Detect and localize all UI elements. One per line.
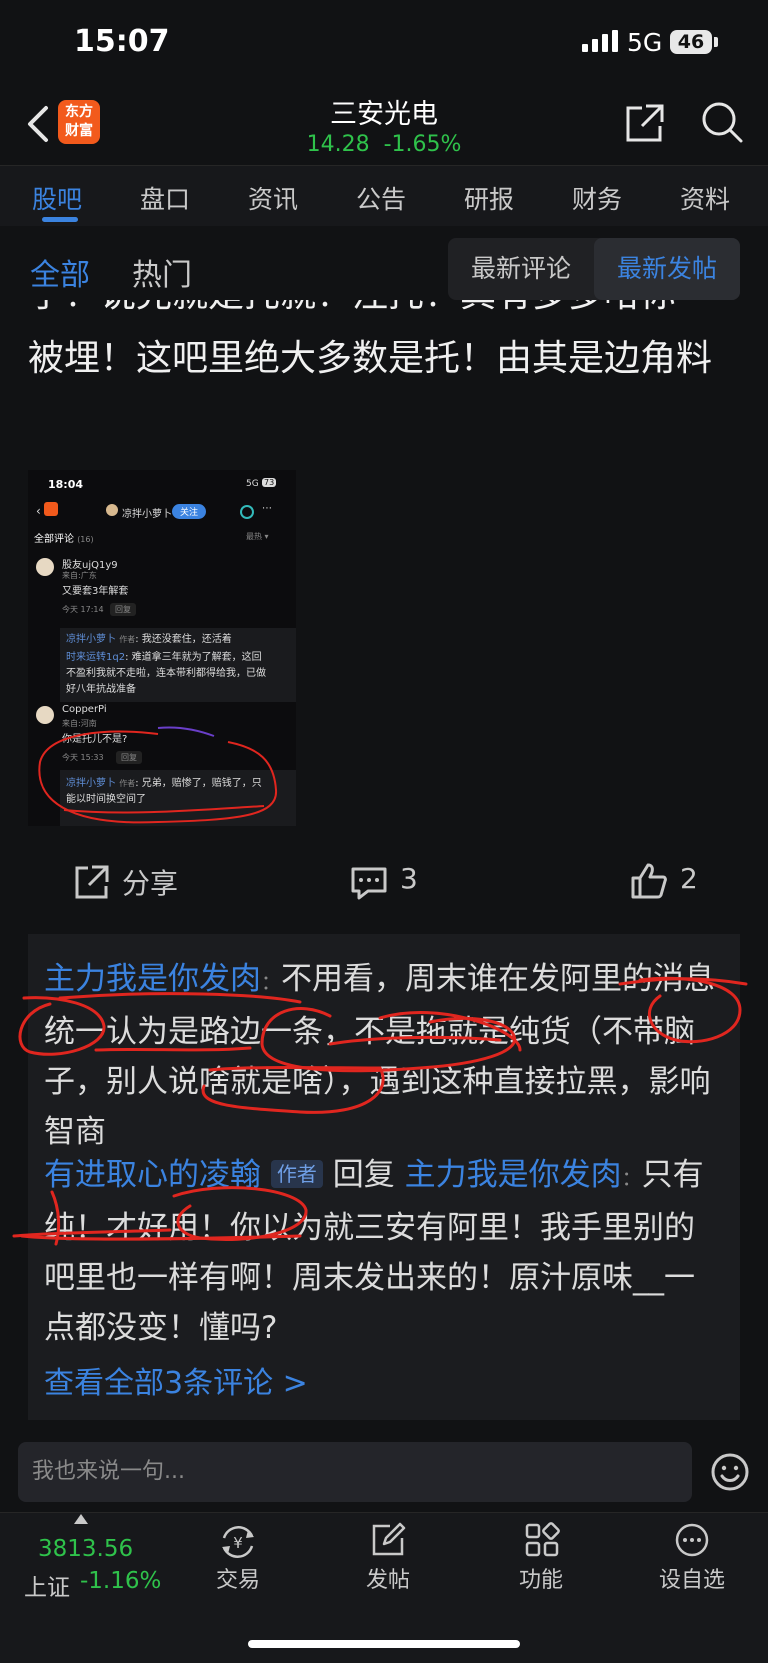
- watchlist-icon[interactable]: [674, 1522, 710, 1558]
- comment-count[interactable]: 3: [400, 862, 418, 895]
- tab-pankou[interactable]: 盘口: [140, 180, 190, 216]
- stock-price: 14.28: [306, 132, 370, 157]
- nav-watchlist[interactable]: 设自选: [637, 1562, 747, 1594]
- tab-finance[interactable]: 财务: [572, 180, 622, 216]
- index-value[interactable]: 3813.56: [38, 1536, 133, 1562]
- index-change[interactable]: -1.16%: [80, 1568, 161, 1594]
- caret-up-icon[interactable]: [74, 1514, 88, 1524]
- network-label: 5G: [627, 28, 663, 57]
- signal-icon: [582, 30, 618, 52]
- emoji-icon[interactable]: [710, 1452, 750, 1492]
- battery-tip: [714, 37, 718, 47]
- tab-guba[interactable]: 股吧: [32, 180, 82, 216]
- tab-news[interactable]: 资讯: [248, 180, 298, 216]
- tab-bar: 股吧 盘口 资讯 公告 研报 财务 资料: [0, 165, 768, 226]
- post-icon[interactable]: [370, 1522, 406, 1558]
- nav-post[interactable]: 发帖: [333, 1562, 443, 1594]
- like-icon[interactable]: [630, 862, 668, 900]
- search-icon[interactable]: [700, 100, 744, 144]
- nav-trade[interactable]: 交易: [183, 1562, 293, 1594]
- post-text-cutoff: 子！说児就是托就！注托！真有多多哈你: [28, 300, 740, 324]
- active-tab-indicator: [42, 217, 78, 222]
- stock-change: -1.65%: [383, 132, 462, 157]
- sort-latest-post[interactable]: 最新发帖: [594, 238, 740, 300]
- index-name[interactable]: 上证: [24, 1568, 70, 1602]
- trade-icon[interactable]: ¥: [218, 1524, 258, 1560]
- tab-announcements[interactable]: 公告: [356, 180, 406, 216]
- functions-icon[interactable]: [524, 1522, 560, 1558]
- red-annotation-scribbles: [12, 976, 748, 1246]
- filter-hot[interactable]: 热门: [132, 250, 192, 294]
- view-all-comments-link[interactable]: 查看全部3条评论 >: [44, 1358, 308, 1402]
- nav-functions[interactable]: 功能: [486, 1562, 596, 1594]
- tab-research[interactable]: 研报: [464, 180, 514, 216]
- like-count[interactable]: 2: [680, 862, 698, 895]
- post-image[interactable]: 18:04 5G 73 ‹ 凉拌小萝卜 关注 ⋯ 全部评论 (16) 最热 ▾ …: [28, 470, 296, 826]
- share-label[interactable]: 分享: [122, 862, 178, 902]
- tab-profile[interactable]: 资料: [680, 180, 730, 216]
- post-body: 被埋！这吧里绝大多数是托！由其是边角料: [28, 338, 713, 379]
- sort-latest-comment[interactable]: 最新评论: [448, 238, 594, 300]
- battery-icon: 46: [670, 30, 712, 54]
- comment-icon[interactable]: [350, 866, 388, 900]
- post-cut-line: 子！说児就是托就！注托！真有多多哈你: [28, 300, 740, 324]
- comment-input[interactable]: 我也来说一句...: [18, 1442, 692, 1502]
- embed-red-scribble: [38, 726, 278, 824]
- filter-all[interactable]: 全部: [30, 250, 90, 294]
- share-icon[interactable]: [624, 102, 666, 144]
- share-post-icon[interactable]: [74, 864, 110, 900]
- svg-text:¥: ¥: [233, 1534, 243, 1552]
- status-time: 15:07: [74, 24, 170, 59]
- home-indicator[interactable]: [248, 1640, 520, 1648]
